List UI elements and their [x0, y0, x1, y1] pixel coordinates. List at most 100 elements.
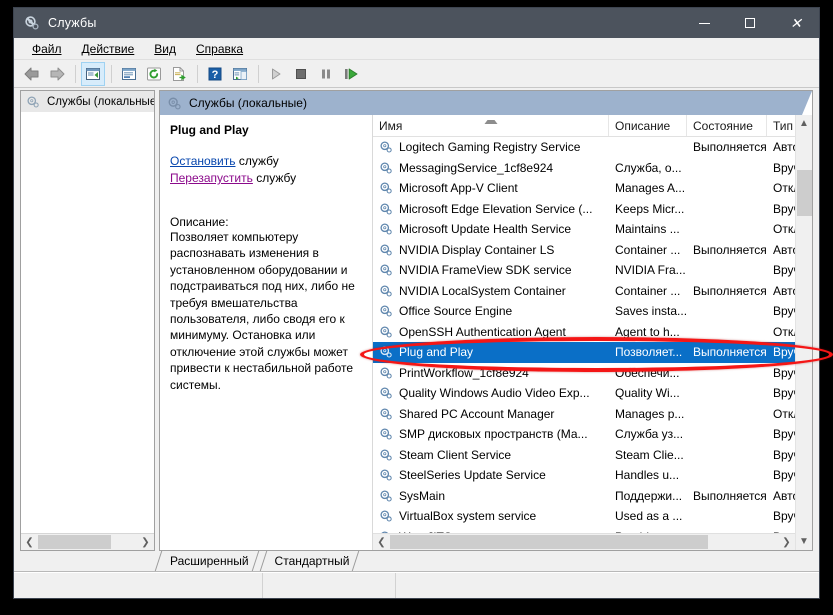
cell-description: NVIDIA Fra...: [609, 263, 687, 277]
list-scroll-left-icon[interactable]: ❮: [373, 534, 390, 550]
table-row[interactable]: Steam Client ServiceSteam Clie...Вручную: [373, 445, 795, 466]
close-button[interactable]: ✕: [773, 8, 819, 38]
table-row[interactable]: Microsoft Edge Elevation Service (...Kee…: [373, 199, 795, 220]
cell-startup-type: Автомати: [767, 243, 795, 257]
cell-startup-type: Вручную: [767, 509, 795, 523]
table-row[interactable]: VirtualBox system serviceUsed as a ...Вр…: [373, 506, 795, 527]
vertical-scroll-track[interactable]: [796, 132, 813, 533]
cell-name: Microsoft Update Health Service: [373, 222, 609, 236]
list-horizontal-scrollbar[interactable]: ❮ ❯: [373, 533, 795, 550]
column-header-name-label: Имя: [379, 119, 402, 133]
table-row[interactable]: SteelSeries Update ServiceHandles u...Вр…: [373, 465, 795, 486]
toolbar-separator-2: [111, 65, 112, 83]
menu-file[interactable]: Файл: [23, 40, 71, 58]
pause-service-button[interactable]: [314, 62, 338, 86]
scroll-up-icon[interactable]: ▲: [796, 115, 813, 132]
column-header-name[interactable]: Имя: [373, 115, 609, 136]
services-node-icon: [167, 96, 182, 111]
tree-scroll-right-icon[interactable]: ❯: [137, 534, 154, 550]
stop-service-icon: [294, 67, 308, 81]
table-row[interactable]: NVIDIA Display Container LSContainer ...…: [373, 240, 795, 261]
menu-view[interactable]: Вид: [145, 40, 185, 58]
restart-service-link[interactable]: Перезапустить: [170, 171, 253, 185]
scroll-down-icon[interactable]: ▼: [796, 533, 813, 550]
list-scroll-thumb[interactable]: [390, 535, 708, 549]
service-gear-icon: [379, 427, 395, 441]
table-row[interactable]: Logitech Gaming Registry ServiceВыполняе…: [373, 137, 795, 158]
column-header-status[interactable]: Состояние: [687, 115, 767, 136]
properties-button[interactable]: [117, 62, 141, 86]
menu-help[interactable]: Справка: [187, 40, 252, 58]
column-header-description[interactable]: Описание: [609, 115, 687, 136]
start-service-button[interactable]: [264, 62, 288, 86]
cell-description: Agent to h...: [609, 325, 687, 339]
stop-service-link[interactable]: Остановить: [170, 154, 236, 168]
cell-name: SysMain: [373, 489, 609, 503]
cell-description: Maintains ...: [609, 222, 687, 236]
cell-name: WarpJITSvc: [373, 530, 609, 533]
back-arrow-icon: [23, 66, 41, 82]
refresh-icon: [146, 66, 162, 82]
console-view-icon: [232, 66, 248, 82]
cell-description: Used as a ...: [609, 509, 687, 523]
cell-startup-type: Автомати: [767, 284, 795, 298]
service-gear-icon: [379, 222, 395, 236]
show-hide-tree-button[interactable]: [81, 62, 105, 86]
back-button[interactable]: [20, 62, 44, 86]
maximize-button[interactable]: [727, 8, 773, 38]
table-row[interactable]: Shared PC Account ManagerManages p...Отк…: [373, 404, 795, 425]
refresh-button[interactable]: [142, 62, 166, 86]
header-corner-notch: [802, 91, 812, 115]
service-gear-icon: [379, 530, 395, 533]
list-vertical-scrollbar[interactable]: ▲ ▼: [795, 115, 812, 550]
cell-startup-type: Вручную: [767, 161, 795, 175]
table-row[interactable]: WarpJITSvcProvides a ...Вручную: [373, 527, 795, 534]
table-row[interactable]: Microsoft Update Health ServiceMaintains…: [373, 219, 795, 240]
minimize-button[interactable]: [681, 8, 727, 38]
table-row[interactable]: PrintWorkflow_1cf8e924Обеспечи...Вручную: [373, 363, 795, 384]
table-row[interactable]: Quality Windows Audio Video Exp...Qualit…: [373, 383, 795, 404]
console-view-button[interactable]: [228, 62, 252, 86]
column-header-startup-type[interactable]: Тип запус: [767, 115, 795, 136]
pause-service-icon: [319, 67, 333, 81]
toolbar: ?: [14, 60, 819, 88]
cell-description: Steam Clie...: [609, 448, 687, 462]
tab-extended-label: Расширенный: [170, 554, 249, 568]
tree-item-services-local[interactable]: Службы (локальные): [21, 91, 154, 112]
table-row[interactable]: MessagingService_1cf8e924Служба, о...Вру…: [373, 158, 795, 179]
table-row[interactable]: Office Source EngineSaves insta...Вручну…: [373, 301, 795, 322]
tree-horizontal-scrollbar[interactable]: ❮ ❯: [21, 533, 154, 550]
column-header-status-label: Состояние: [693, 119, 753, 133]
table-row[interactable]: Microsoft App-V ClientManages A...Отключ…: [373, 178, 795, 199]
cell-startup-type: Вручную: [767, 386, 795, 400]
menu-action[interactable]: Действие: [73, 40, 144, 58]
tree-scroll-left-icon[interactable]: ❮: [21, 534, 38, 550]
tab-standard[interactable]: Стандартный: [261, 551, 362, 571]
tree-scroll-track[interactable]: [38, 534, 137, 550]
forward-button[interactable]: [45, 62, 69, 86]
cell-startup-type: Отключен: [767, 407, 795, 421]
vertical-scroll-thumb[interactable]: [797, 170, 812, 216]
table-row[interactable]: SMP дисковых пространств (Ма...Служба уз…: [373, 424, 795, 445]
table-row[interactable]: SysMainПоддержи...ВыполняетсяАвтомати: [373, 486, 795, 507]
tree-scroll-thumb[interactable]: [38, 535, 111, 549]
list-scroll-right-icon[interactable]: ❯: [778, 534, 795, 550]
cell-description: Provides a ...: [609, 530, 687, 533]
restart-service-button[interactable]: [339, 62, 363, 86]
service-gear-icon: [379, 202, 395, 216]
service-gear-icon: [379, 140, 395, 154]
service-name-text: Office Source Engine: [399, 304, 512, 318]
cell-name: Office Source Engine: [373, 304, 609, 318]
export-list-button[interactable]: [167, 62, 191, 86]
stop-service-button[interactable]: [289, 62, 313, 86]
table-row[interactable]: NVIDIA FrameView SDK serviceNVIDIA Fra..…: [373, 260, 795, 281]
table-row-selected[interactable]: Plug and PlayПозволяет...ВыполняетсяВруч…: [373, 342, 795, 363]
tab-extended[interactable]: Расширенный: [156, 551, 261, 571]
list-scroll-track[interactable]: [390, 534, 778, 550]
table-row[interactable]: NVIDIA LocalSystem ContainerContainer ..…: [373, 281, 795, 302]
cell-startup-type: Вручную: [767, 468, 795, 482]
service-name-text: Plug and Play: [399, 345, 473, 359]
restart-service-link-row: Перезапустить службу: [170, 170, 362, 187]
table-row[interactable]: OpenSSH Authentication AgentAgent to h..…: [373, 322, 795, 343]
help-button[interactable]: ?: [203, 62, 227, 86]
